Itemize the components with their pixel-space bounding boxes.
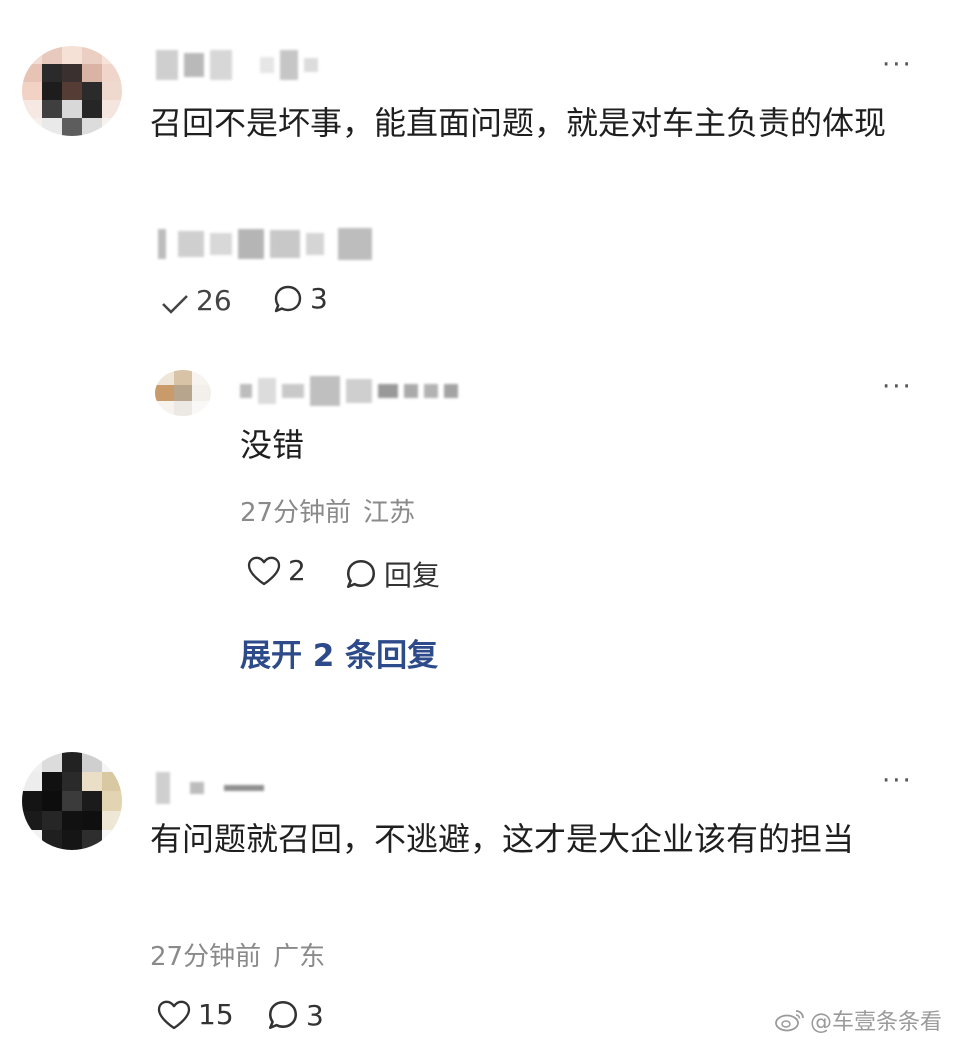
avatar[interactable] bbox=[22, 46, 122, 136]
comment-button[interactable]: 3 bbox=[266, 998, 324, 1032]
watermark-text: @车壹条条看 bbox=[810, 1010, 943, 1035]
username[interactable] bbox=[240, 376, 458, 406]
watermark: @车壹条条看 bbox=[774, 1004, 942, 1036]
timestamp: 27分钟前 bbox=[150, 942, 262, 972]
reply-text: 没错 bbox=[240, 426, 305, 464]
like-button[interactable]: 15 bbox=[156, 998, 234, 1031]
username[interactable] bbox=[156, 50, 318, 80]
weibo-logo-icon bbox=[775, 1010, 804, 1032]
timestamp: 27分钟前 bbox=[240, 498, 352, 528]
comment-bubble-icon bbox=[268, 1000, 298, 1030]
more-dots-icon[interactable]: ··· bbox=[882, 52, 913, 78]
more-dots-icon[interactable]: ··· bbox=[882, 768, 913, 794]
username[interactable] bbox=[156, 772, 264, 804]
location: 江苏 bbox=[363, 498, 416, 528]
like-count: 26 bbox=[196, 284, 232, 317]
like-count: 15 bbox=[198, 998, 234, 1031]
reply-button[interactable]: 回复 bbox=[344, 554, 440, 594]
avatar[interactable] bbox=[22, 752, 122, 850]
comment-text: 召回不是坏事，能直面问题，就是对车主负责的体现 bbox=[150, 104, 887, 142]
reply-label: 回复 bbox=[384, 559, 441, 592]
comment-bubble-icon bbox=[346, 559, 376, 589]
avatar[interactable] bbox=[155, 370, 211, 416]
expand-replies-link[interactable]: 展开 2 条回复 bbox=[240, 630, 438, 675]
heart-icon bbox=[162, 294, 188, 314]
comment-button[interactable]: 3 bbox=[272, 282, 328, 315]
comment-text: 有问题就召回，不逃避，这才是大企业该有的担当 bbox=[150, 820, 855, 858]
reply-meta: 27分钟前 江苏 bbox=[240, 492, 415, 529]
comment-meta: 27分钟前 广东 bbox=[150, 936, 325, 973]
heart-icon bbox=[157, 1000, 191, 1029]
like-button[interactable]: 2 bbox=[246, 554, 306, 587]
more-dots-icon[interactable]: ··· bbox=[882, 374, 913, 400]
location: 广东 bbox=[273, 942, 326, 972]
comment-count: 3 bbox=[310, 282, 328, 315]
like-button[interactable]: 26 bbox=[160, 284, 232, 317]
comment-count: 3 bbox=[306, 998, 324, 1032]
heart-icon bbox=[247, 556, 281, 585]
comment-meta-blurred bbox=[158, 228, 372, 260]
like-count: 2 bbox=[288, 554, 306, 587]
comment-bubble-icon bbox=[274, 285, 302, 312]
